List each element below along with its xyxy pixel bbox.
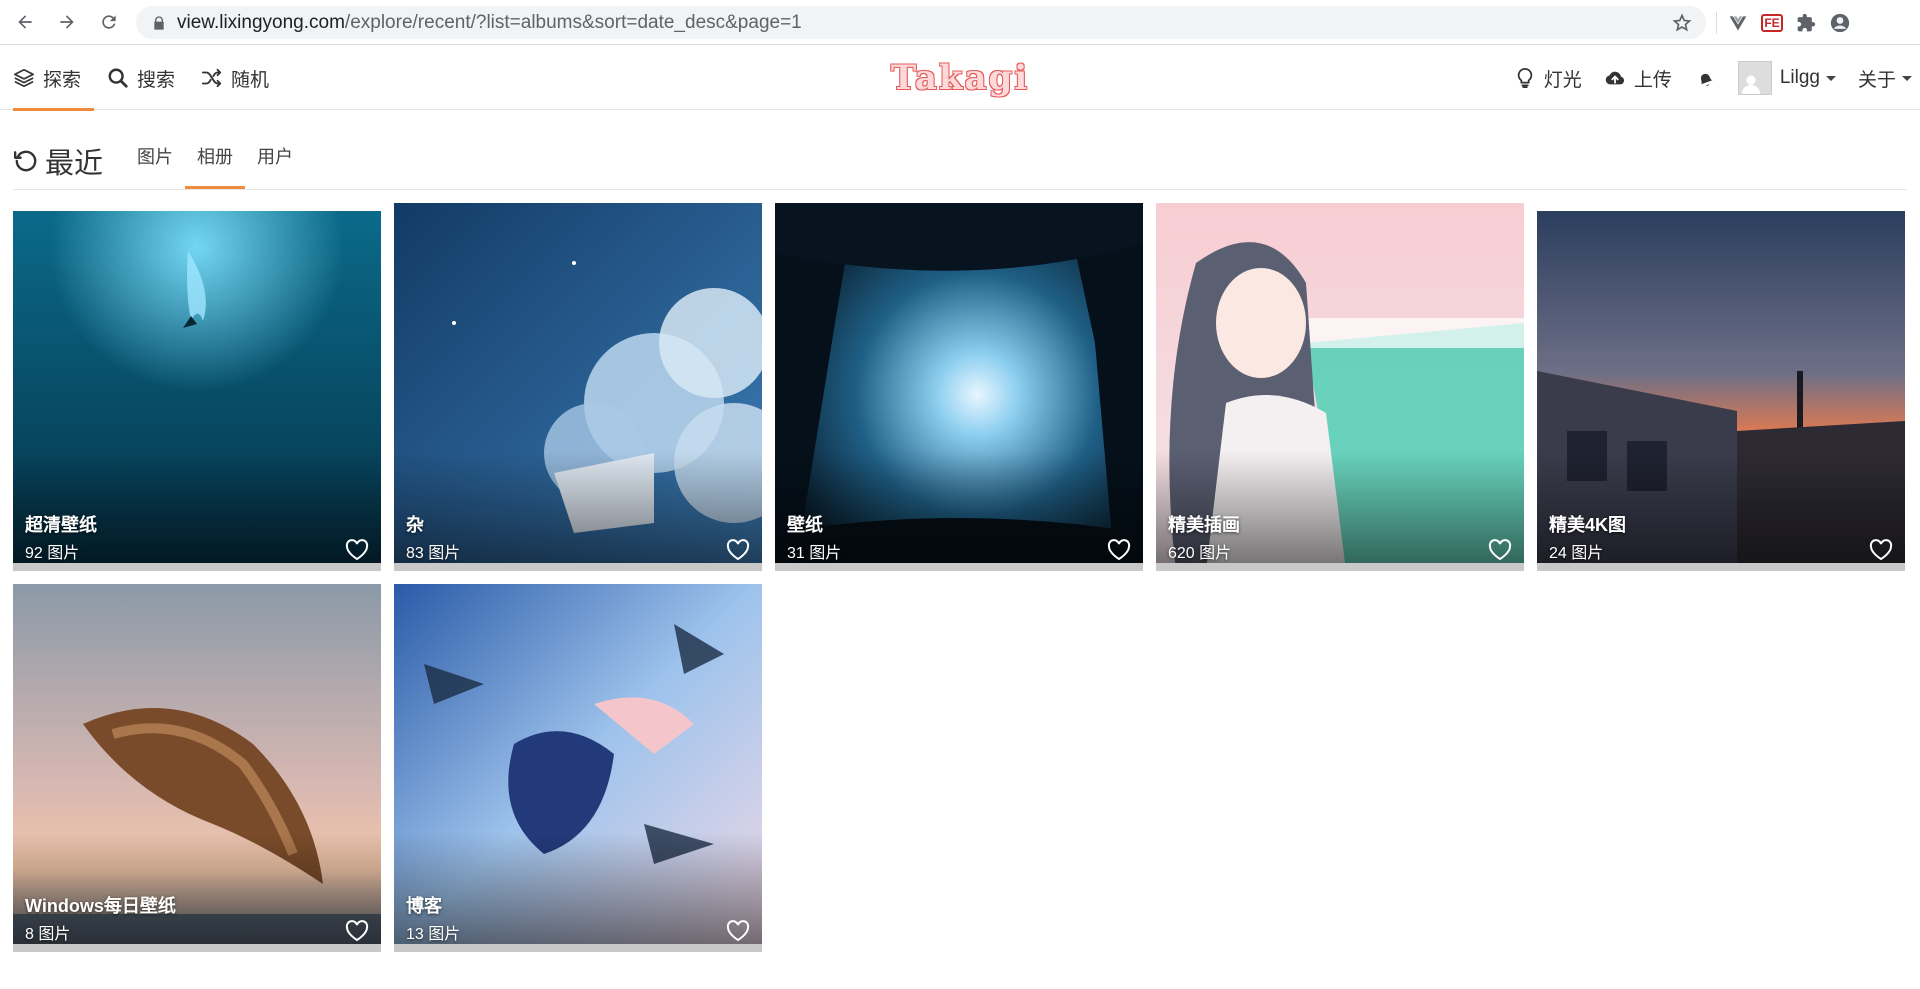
album-card[interactable]: Windows每日壁纸 8 图片 [13, 584, 381, 952]
album-name: 精美插画 [1168, 515, 1240, 535]
username-label: Lilgg [1779, 67, 1820, 88]
site-logo[interactable]: Takagi [891, 58, 1029, 98]
album-name: 博客 [406, 896, 442, 916]
heart-icon[interactable] [726, 920, 750, 942]
card-bottom-bar [775, 563, 1143, 571]
heart-icon[interactable] [1869, 539, 1893, 561]
content-tabs: 图片 相册 用户 [125, 144, 305, 189]
profile-avatar-icon [1830, 13, 1850, 32]
vue-devtools-extension[interactable] [1721, 6, 1755, 40]
extensions-puzzle-button[interactable] [1789, 6, 1823, 40]
notifications-button[interactable] [1694, 67, 1716, 89]
tab-images[interactable]: 图片 [125, 144, 185, 189]
card-bottom-bar [13, 944, 381, 952]
card-bottom-bar [394, 563, 762, 571]
album-count: 83 图片 [406, 545, 461, 562]
layers-icon [14, 68, 34, 88]
profile-button[interactable] [1823, 6, 1857, 40]
section-header: 最近 图片 相册 用户 [13, 110, 1907, 190]
url-text: view.lixingyong.com/explore/recent/?list… [177, 12, 802, 34]
nav-explore-label: 探索 [43, 69, 82, 91]
tab-users[interactable]: 用户 [245, 144, 305, 189]
chevron-down-icon [1825, 75, 1836, 81]
nav-random-label: 随机 [231, 69, 270, 91]
album-count: 13 图片 [406, 926, 461, 943]
album-card[interactable]: 精美4K图 24 图片 [1537, 211, 1905, 571]
album-card[interactable]: 博客 13 图片 [394, 584, 762, 952]
history-icon [13, 150, 37, 172]
cloud-upload-icon [1605, 71, 1624, 85]
user-menu[interactable]: Lilgg [1737, 61, 1836, 95]
back-button[interactable] [8, 5, 42, 39]
shuffle-icon [201, 68, 222, 88]
address-bar[interactable]: view.lixingyong.com/explore/recent/?list… [136, 6, 1706, 39]
reload-button[interactable] [92, 5, 126, 39]
heart-icon[interactable] [726, 539, 750, 561]
puzzle-icon [1797, 13, 1816, 31]
album-count: 620 图片 [1168, 545, 1232, 562]
back-arrow-icon [18, 15, 32, 29]
album-name: 壁纸 [787, 515, 823, 535]
nav-random[interactable]: 随机 [188, 46, 282, 110]
fe-helper-icon: FE [1761, 13, 1783, 32]
album-card[interactable]: 杂 83 图片 [394, 203, 762, 571]
toolbar-divider [1716, 11, 1717, 34]
album-name: 精美4K图 [1549, 515, 1627, 535]
forward-arrow-icon [60, 15, 74, 29]
album-name: 杂 [406, 515, 424, 535]
page-title-text: 最近 [45, 148, 104, 180]
album-count: 92 图片 [25, 545, 80, 562]
chevron-down-icon [1902, 75, 1912, 81]
album-count: 24 图片 [1549, 545, 1604, 562]
search-icon [108, 68, 128, 88]
bookmark-star-icon[interactable] [1672, 13, 1692, 33]
light-toggle-label: 灯光 [1543, 69, 1582, 91]
album-count: 8 图片 [25, 926, 71, 943]
bell-icon [1700, 73, 1713, 86]
fe-helper-extension[interactable]: FE [1755, 6, 1789, 40]
avatar [1737, 61, 1772, 95]
tab-albums[interactable]: 相册 [185, 144, 245, 189]
secondary-nav: 灯光 上传 Lilgg 关于 [1492, 46, 1912, 110]
vue-logo-icon [1729, 15, 1747, 30]
default-avatar-icon [1741, 75, 1760, 94]
primary-nav: 探索 搜索 随机 [0, 46, 282, 111]
card-bottom-bar [13, 563, 381, 571]
about-label: 关于 [1857, 69, 1896, 91]
lightbulb-icon [1517, 67, 1533, 89]
reload-icon [102, 15, 116, 29]
card-bottom-bar [1156, 563, 1524, 571]
heart-icon[interactable] [1107, 539, 1131, 561]
nav-search[interactable]: 搜索 [94, 46, 188, 110]
lock-icon [154, 15, 164, 30]
album-name: 超清壁纸 [25, 515, 97, 535]
album-name: Windows每日壁纸 [25, 896, 176, 916]
site-header: 探索 搜索 随机 Takagi 灯光 上传 Lilgg 关于 [0, 46, 1920, 111]
about-menu[interactable]: 关于 [1858, 65, 1912, 92]
upload-button[interactable]: 上传 [1604, 65, 1672, 92]
upload-label: 上传 [1633, 69, 1672, 91]
album-card[interactable]: 超清壁纸 92 图片 [13, 211, 381, 571]
album-count: 31 图片 [787, 545, 842, 562]
nav-explore[interactable]: 探索 [0, 46, 95, 111]
page-title: 最近 [13, 140, 103, 182]
nav-search-label: 搜索 [137, 69, 176, 91]
album-card[interactable]: 壁纸 31 图片 [775, 203, 1143, 571]
heart-icon[interactable] [345, 539, 369, 561]
forward-button[interactable] [50, 5, 84, 39]
extensions-area: FE [1716, 6, 1857, 39]
heart-icon[interactable] [345, 920, 369, 942]
card-bottom-bar [394, 944, 762, 952]
album-card[interactable]: 精美插画 620 图片 [1156, 203, 1524, 571]
heart-icon[interactable] [1488, 539, 1512, 561]
url-host: view.lixingyong.com [177, 11, 345, 33]
card-bottom-bar [1537, 563, 1905, 571]
url-path: /explore/recent/?list=albums&sort=date_d… [344, 11, 802, 33]
light-toggle[interactable]: 灯光 [1514, 65, 1582, 92]
browser-toolbar: view.lixingyong.com/explore/recent/?list… [0, 0, 1920, 45]
